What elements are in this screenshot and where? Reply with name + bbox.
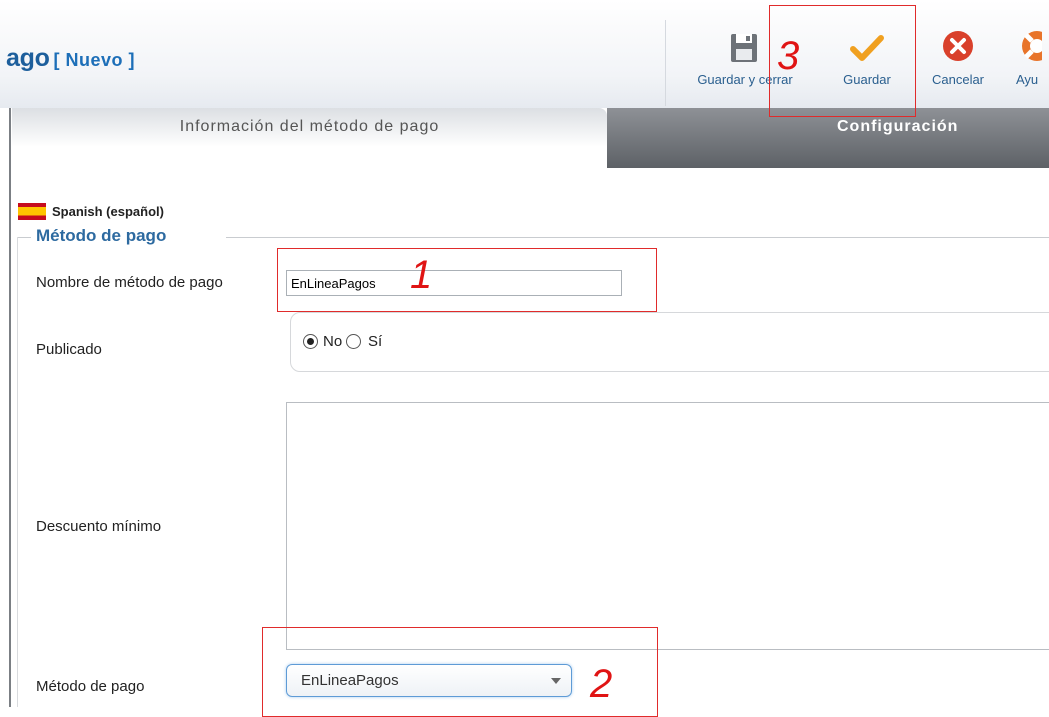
annotation-number-2: 2 [590, 662, 613, 706]
payment-method-label: Método de pago [36, 678, 145, 695]
annotation-box-1 [277, 248, 657, 312]
annotation-number-1: 1 [410, 253, 433, 297]
published-radio-group: No Sí [290, 312, 1049, 372]
content-left-border [9, 108, 11, 707]
tab-configuration-label: Configuración [837, 118, 959, 135]
fieldset-border-left [17, 237, 18, 707]
published-yes-label: Sí [368, 333, 383, 350]
page-title-status: [ Nuevo ] [53, 50, 136, 70]
fieldset-legend: Método de pago [36, 226, 167, 245]
help-label: Ayu [1016, 72, 1039, 87]
published-no-label: No [323, 333, 343, 350]
annotation-number-3: 3 [777, 34, 800, 78]
cancel-button[interactable]: Cancelar [920, 28, 996, 98]
page-title-text: ago [6, 44, 50, 72]
help-button[interactable]: Ayu [1008, 28, 1049, 98]
language-indicator: Spanish (español) [18, 203, 164, 220]
tab-configuration[interactable]: Configuración [607, 108, 1049, 168]
cancel-label: Cancelar [931, 72, 985, 87]
fieldset-border-top-right [226, 237, 1049, 238]
published-no-radio[interactable] [303, 334, 318, 349]
language-label: Spanish (español) [52, 204, 164, 219]
floppy-disk-icon [728, 28, 762, 68]
cancel-x-icon [941, 28, 975, 68]
tab-payment-info-label: Información del método de pago [179, 118, 440, 135]
page-title: ago[ Nuevo ] [6, 44, 135, 73]
min-discount-label: Descuento mínimo [36, 518, 162, 535]
lifebuoy-icon [1008, 28, 1049, 68]
min-discount-textarea[interactable] [286, 402, 1049, 650]
published-label: Publicado [36, 341, 102, 358]
payment-name-label: Nombre de método de pago [36, 274, 223, 291]
toolbar-divider [665, 20, 666, 106]
tab-payment-info[interactable]: Información del método de pago [12, 108, 607, 168]
spain-flag-icon [18, 203, 46, 220]
fieldset-border-top-left [17, 237, 31, 238]
published-yes-radio[interactable] [346, 334, 361, 349]
